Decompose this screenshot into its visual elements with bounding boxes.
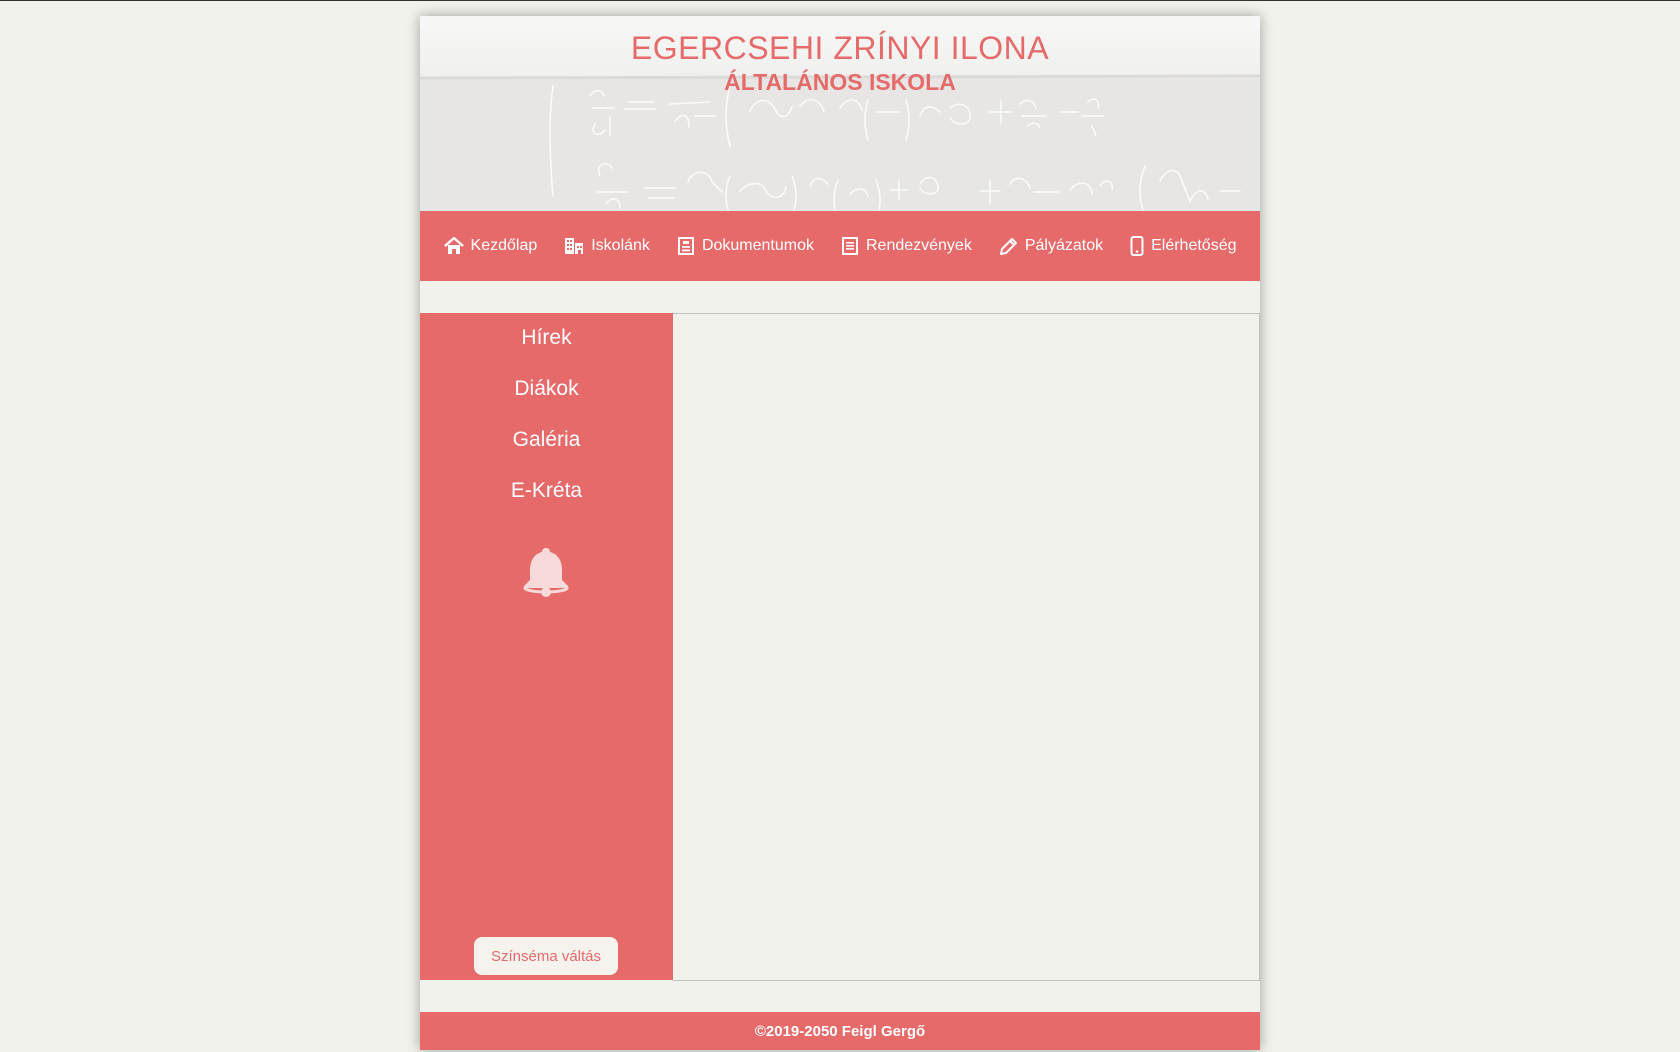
nav-label: Kezdőlap — [470, 237, 538, 254]
nav-item-palyazatok[interactable]: Pályázatok — [999, 237, 1103, 256]
nav-item-elerhetoseg[interactable]: Elérhetőség — [1130, 236, 1236, 256]
sidebar-link-hirek[interactable]: Hírek — [420, 326, 673, 350]
building-icon — [565, 238, 584, 254]
nav-label: Rendezvények — [865, 237, 972, 254]
pencil-icon — [999, 237, 1017, 255]
sidebar-link-galeria[interactable]: Galéria — [420, 428, 673, 452]
document-icon — [677, 237, 694, 255]
nav-item-iskolank[interactable]: Iskolánk — [564, 237, 650, 255]
top-border-line — [0, 0, 1680, 1]
bell-icon[interactable] — [520, 546, 572, 598]
nav-item-kezdolap[interactable]: Kezdőlap — [443, 237, 538, 255]
nav-item-dokumentumok[interactable]: Dokumentumok — [677, 237, 814, 255]
sidebar-link-e-kreta[interactable]: E-Kréta — [420, 479, 673, 503]
nav-item-rendezvenyek[interactable]: Rendezvények — [841, 237, 972, 255]
header-banner: EGERCSEHI ZRÍNYI ILONA ÁLTALÁNOS ISKOLA — [420, 16, 1260, 211]
school-subtitle: ÁLTALÁNOS ISKOLA — [724, 69, 956, 95]
color-scheme-toggle-button[interactable]: Színséma váltás — [474, 937, 618, 975]
main-content-area — [673, 313, 1260, 981]
home-icon — [443, 237, 464, 254]
nav-label: Elérhetőség — [1151, 237, 1237, 254]
sidebar: Hírek Diákok Galéria E-Kréta Színséma vá… — [420, 313, 673, 980]
page-container: EGERCSEHI ZRÍNYI ILONA ÁLTALÁNOS ISKOLA … — [420, 16, 1260, 1050]
sidebar-link-diakok[interactable]: Diákok — [420, 377, 673, 401]
nav-label: Pályázatok — [1024, 237, 1104, 254]
nav-label: Iskolánk — [591, 237, 650, 254]
footer: ©2019-2050 Feigl Gergő — [420, 1012, 1260, 1050]
school-title: EGERCSEHI ZRÍNYI ILONA — [630, 30, 1050, 66]
main-navigation: Kezdőlap Iskolánk Dokumentumok Rendezvén… — [420, 211, 1260, 281]
list-document-icon — [841, 237, 858, 255]
mobile-phone-icon — [1130, 236, 1144, 256]
nav-label: Dokumentumok — [701, 237, 814, 254]
